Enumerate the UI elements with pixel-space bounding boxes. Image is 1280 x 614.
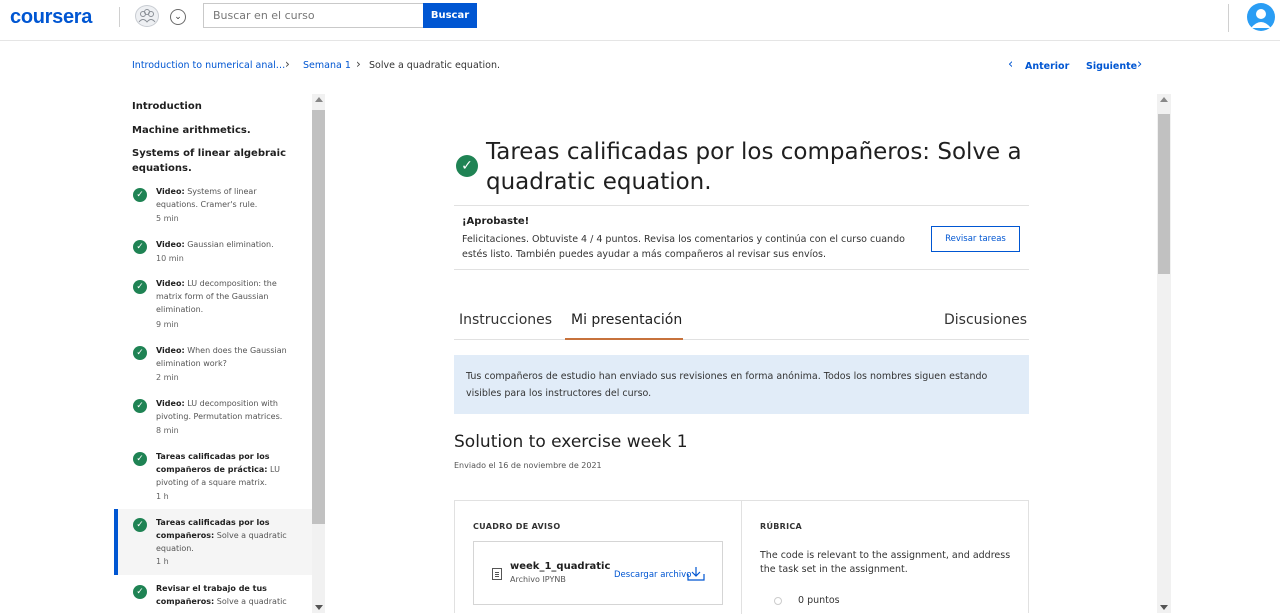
item-type: Video: [156,279,185,288]
sidebar-item[interactable]: ✓ Video: Systems of linear equations. Cr… [114,182,312,228]
rubric-radio[interactable] [774,597,782,605]
check-icon: ✓ [133,188,147,202]
item-duration: 2 min [156,373,179,382]
scrollbar-thumb[interactable] [312,110,325,524]
tab-my-submission[interactable]: Mi presentación [571,312,682,328]
rubric-option-label: 0 puntos [798,595,840,606]
submission-panel: CUADRO DE AVISO week_1_quadratic Archivo… [455,501,742,614]
submission-box: CUADRO DE AVISO week_1_quadratic Archivo… [454,500,1029,614]
pass-banner: ¡Aprobaste! Felicitaciones. Obtuviste 4 … [454,205,1029,270]
sidebar-item[interactable]: ✓ Video: Gaussian elimination. 10 min [114,236,312,270]
scroll-up-icon[interactable] [1160,97,1168,102]
check-icon: ✓ [133,518,147,532]
top-bar: coursera ⌄ Buscar en el curso Buscar [0,0,1280,41]
review-assignments-button[interactable]: Revisar tareas [931,226,1020,252]
item-duration: 10 min [156,254,184,263]
active-tab-indicator [565,338,683,340]
page-title: Tareas calificadas por los compañeros: S… [486,139,1022,195]
anonymity-notice: Tus compañeros de estudio han enviado su… [454,355,1029,414]
file-name: week_1_quadratic [510,561,611,572]
item-label: Solve a quadratic [216,597,287,606]
module-machine-arithmetics[interactable]: Machine arithmetics. [132,123,302,138]
chevron-right-icon[interactable]: › [1137,57,1142,72]
rubric-label: RÚBRICA [760,522,803,531]
item-duration: 1 h [156,492,169,501]
item-duration: 1 h [156,557,169,566]
check-icon: ✓ [133,452,147,466]
breadcrumb-week[interactable]: Semana 1 [303,60,351,71]
sidebar-item-active[interactable]: ✓ Tareas calificadas por los compañeros:… [114,509,312,575]
chevron-right-icon: › [356,57,361,71]
module-linear-systems[interactable]: Systems of linear algebraic equations. [132,146,302,176]
notice-text: Tus compañeros de estudio han enviado su… [466,371,988,399]
rubric-criteria: The code is relevant to the assignment, … [760,550,1011,575]
scroll-up-icon[interactable] [315,97,323,102]
scrollbar-thumb[interactable] [1158,114,1170,274]
search-input[interactable]: Buscar en el curso [203,3,423,28]
item-duration: 5 min [156,214,179,223]
divider [1228,4,1229,32]
breadcrumb-current: Solve a quadratic equation. [369,60,500,71]
prev-link[interactable]: Anterior [1025,61,1069,72]
course-sidebar: Introduction Machine arithmetics. System… [114,94,312,613]
sidebar-item[interactable]: ✓ Video: LU decomposition with pivoting.… [114,395,312,439]
sidebar-item[interactable]: ✓ Video: When does the Gaussian eliminat… [114,342,312,386]
main-scrollbar[interactable] [1157,94,1171,613]
check-icon: ✓ [133,346,147,360]
scroll-down-icon[interactable] [1160,605,1168,610]
chevron-right-icon: › [285,57,290,71]
submission-title: Solution to exercise week 1 [454,432,688,452]
item-type: Video: [156,240,185,249]
item-type: Tareas calificadas por los compañeros de… [156,452,270,474]
divider [119,7,120,27]
avatar[interactable] [1247,3,1275,31]
box-label: CUADRO DE AVISO [473,522,561,531]
item-type: Video: [156,346,185,355]
file-type: Archivo IPYNB [510,575,566,584]
check-icon: ✓ [133,399,147,413]
download-icon[interactable] [686,566,706,582]
tab-instructions[interactable]: Instrucciones [459,312,552,328]
item-duration: 9 min [156,320,179,329]
document-icon [492,568,502,580]
pass-heading: ¡Aprobaste! [462,216,530,227]
next-link[interactable]: Siguiente [1086,61,1137,72]
item-label: Gaussian elimination. [187,240,274,249]
check-icon: ✓ [133,240,147,254]
coursera-logo[interactable]: coursera [10,6,92,29]
submission-date: Enviado el 16 de noviembre de 2021 [454,461,602,470]
check-icon: ✓ [456,155,478,177]
search-button[interactable]: Buscar [423,3,477,28]
sidebar-item[interactable]: ✓ Video: LU decomposition: the matrix fo… [114,276,312,334]
sidebar-item[interactable]: ✓ Revisar el trabajo de tus compañeros: … [114,580,312,613]
pass-text: Felicitaciones. Obtuviste 4 / 4 puntos. … [462,234,905,260]
tab-discussions[interactable]: Discusiones [944,312,1027,328]
scroll-down-icon[interactable] [315,605,323,610]
sidebar-item[interactable]: ✓ Tareas calificadas por los compañeros … [114,448,312,506]
check-icon: ✓ [133,280,147,294]
item-type: Video: [156,187,185,196]
chevron-down-icon[interactable]: ⌄ [170,9,186,25]
item-duration: 8 min [156,426,179,435]
group-icon[interactable] [135,5,159,27]
download-link[interactable]: Descargar archivo [614,570,691,580]
sidebar-scrollbar[interactable] [312,94,325,613]
tab-bar: Instrucciones Mi presentación Discusione… [454,305,1029,340]
breadcrumb-course[interactable]: Introduction to numerical anal… [132,60,285,71]
chevron-left-icon[interactable]: ‹ [1008,57,1013,72]
module-introduction[interactable]: Introduction [132,99,302,114]
check-icon: ✓ [133,585,147,599]
file-card: week_1_quadratic Archivo IPYNB Descargar… [473,541,723,605]
active-indicator [114,509,118,575]
item-type: Video: [156,399,185,408]
